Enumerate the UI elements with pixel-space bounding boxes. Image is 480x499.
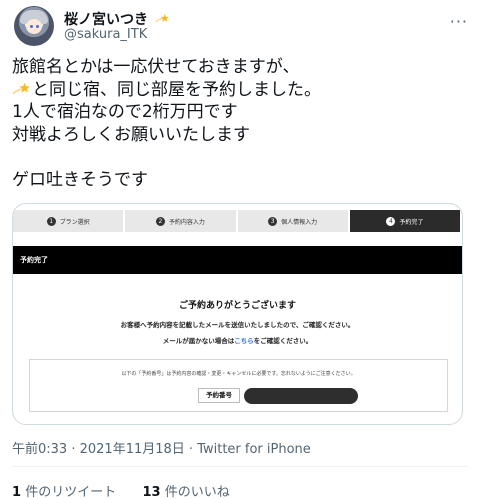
likes-stat[interactable]: 13 件のいいね bbox=[142, 485, 229, 499]
tweet-header: 桜ノ宮いつき @sakura_ITK ··· bbox=[12, 6, 472, 46]
tweet-meta: 午前0:33 · 2021年11月18日 · Twitter for iPhon… bbox=[12, 442, 311, 457]
tweet-date[interactable]: 2021年11月18日 bbox=[80, 442, 185, 457]
reservation-number-note: 以下の「予約番号」は予約内容の確認・変更・キャンセルに必要です。忘れないようにご… bbox=[121, 371, 356, 377]
tweet-line-4: 対戦よろしくお願いいたします bbox=[12, 124, 250, 145]
retweets-stat[interactable]: 1 件のリツイート bbox=[12, 485, 116, 499]
more-options-icon[interactable]: ··· bbox=[450, 12, 468, 31]
booking-complete-header: 予約完了 bbox=[13, 246, 462, 274]
tweet-source[interactable]: Twitter for iPhone bbox=[197, 442, 311, 457]
booking-steps: 1 プラン選択 2 予約内容入力 3 個人情報入力 4 予約完了 bbox=[13, 210, 462, 232]
reservation-number-label: 予約番号 bbox=[198, 388, 240, 403]
booking-step-4: 4 予約完了 bbox=[349, 210, 460, 232]
shooting-star-icon bbox=[155, 14, 169, 23]
shooting-star-icon bbox=[12, 82, 30, 94]
tweet-media-image[interactable]: 1 プラン選択 2 予約内容入力 3 個人情報入力 4 予約完了 予約完了 ご予約ありが… bbox=[12, 203, 463, 425]
author-name[interactable]: 桜ノ宮いつき bbox=[64, 9, 169, 29]
tweet-time[interactable]: 午前0:33 bbox=[12, 442, 67, 457]
tweet-line-2: と同じ宿、同じ部屋を予約しました。 bbox=[12, 79, 468, 102]
reservation-number-box: 以下の「予約番号」は予約内容の確認・変更・キャンセルに必要です。忘れないようにご… bbox=[29, 359, 448, 412]
tweet-line-1: 旅館名とかは一応伏せておきますが、 bbox=[12, 57, 300, 77]
author-handle[interactable]: @sakura_ITK bbox=[64, 27, 147, 42]
tweet-line-6: ゲロ吐きそうです bbox=[12, 169, 148, 190]
tweet-stats: 1 件のリツイート 13 件のいいね bbox=[12, 481, 230, 499]
thanks-heading: ご予約ありがとうございます bbox=[178, 301, 296, 311]
no-email-message: メールが届かない場合はこちらをご確認ください。 bbox=[162, 337, 313, 345]
booking-step-1: 1 プラン選択 bbox=[13, 210, 124, 232]
divider bbox=[12, 466, 468, 467]
booking-step-3: 3 個人情報入力 bbox=[237, 210, 348, 232]
booking-step-2: 2 予約内容入力 bbox=[125, 210, 236, 232]
email-sent-message: お客様へ予約内容を記載したメールを送信いたしましたので、ご確認ください。 bbox=[120, 321, 355, 329]
avatar[interactable] bbox=[14, 6, 54, 46]
tweet-line-2-text: と同じ宿、同じ部屋を予約しました。 bbox=[32, 79, 321, 100]
here-link: こちら bbox=[234, 337, 254, 345]
redacted-reservation-number bbox=[244, 388, 358, 404]
tweet-text: 旅館名とかは一応伏せておきますが、 と同じ宿、同じ部屋を予約しました。 1人で宿… bbox=[12, 56, 468, 191]
author-display-name[interactable]: 桜ノ宮いつき bbox=[64, 12, 148, 28]
tweet-line-3: 1人で宿泊なので2桁万円です bbox=[12, 102, 238, 122]
